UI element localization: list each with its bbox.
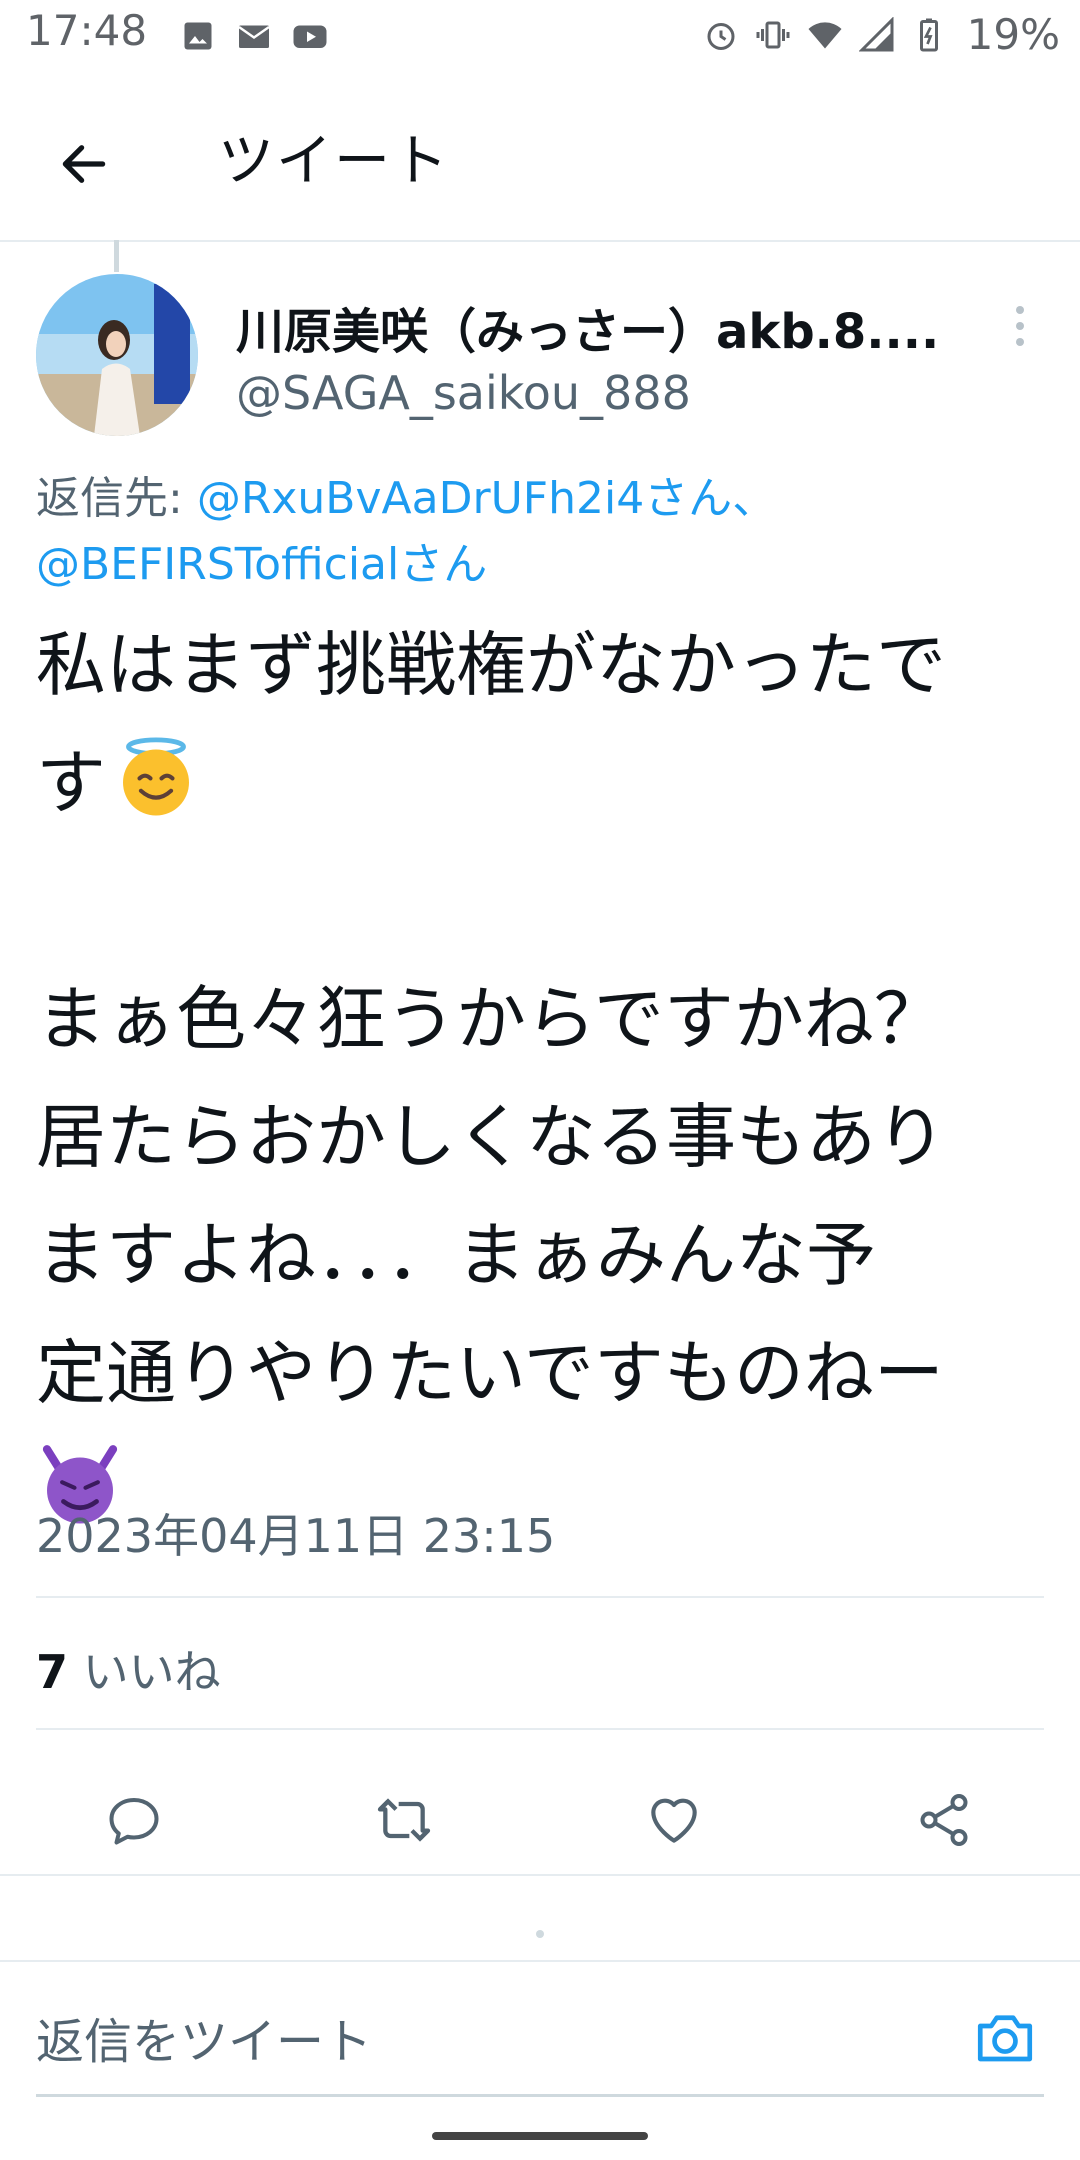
page-title: ツイート bbox=[218, 129, 450, 194]
back-button[interactable] bbox=[48, 128, 120, 200]
signal-icon bbox=[858, 16, 894, 51]
tweet-text-segment: す bbox=[36, 742, 106, 824]
image-icon bbox=[184, 22, 212, 50]
divider bbox=[36, 1728, 1044, 1730]
divider bbox=[0, 1874, 1080, 1876]
notification-icons bbox=[180, 18, 328, 54]
share-icon bbox=[920, 1794, 968, 1846]
display-name[interactable]: 川原美咲（みっさー）akb.8.... bbox=[236, 292, 956, 362]
retweet-button[interactable] bbox=[368, 1784, 440, 1856]
gesture-navigation-bar[interactable] bbox=[432, 2132, 648, 2140]
reply-button[interactable] bbox=[98, 1784, 170, 1856]
likes-number: 7 bbox=[36, 1645, 69, 1699]
arrow-left-icon bbox=[62, 145, 106, 183]
tweet-text-line: 定通りやりたいですものねー bbox=[36, 1332, 944, 1414]
wifi-icon bbox=[808, 21, 842, 48]
top-app-bar: ツイート bbox=[0, 80, 1080, 242]
reply-to: 返信先: @RxuBvAaDrUFh2i4さん、 @BEFIRSTofficial… bbox=[36, 466, 1046, 598]
likes-count[interactable]: 7 いいね bbox=[36, 1636, 221, 1702]
reply-input[interactable]: 返信をツイート bbox=[36, 2002, 372, 2072]
status-time: 17:48 bbox=[26, 6, 148, 55]
battery-percent: 19% bbox=[966, 10, 1060, 59]
avatar-image bbox=[36, 274, 198, 436]
tweet-text: 私はまず挑戦権がなかったで す まぁ色々狂うからですかね？ 居たらおかしくなる事… bbox=[36, 606, 1046, 1550]
more-options-button[interactable] bbox=[1000, 296, 1040, 356]
tweet-text-line: す bbox=[36, 724, 1046, 842]
tweet-text-line: 居たらおかしくなる事もあり bbox=[36, 1096, 946, 1178]
mention-link[interactable]: @BEFIRSTofficialさん bbox=[36, 539, 487, 590]
mention-link[interactable]: @RxuBvAaDrUFh2i4さん bbox=[197, 473, 732, 524]
camera-button[interactable] bbox=[970, 2002, 1040, 2072]
youtube-icon bbox=[293, 25, 327, 48]
share-button[interactable] bbox=[908, 1784, 980, 1856]
heart-icon bbox=[651, 1798, 697, 1843]
tweet-text-line: ますよね．．．まぁみんな予 bbox=[36, 1214, 876, 1296]
more-dot-icon bbox=[1016, 306, 1024, 314]
like-button[interactable] bbox=[638, 1784, 710, 1856]
user-handle[interactable]: @SAGA_saikou_888 bbox=[236, 366, 691, 420]
smiling-face-with-halo-icon bbox=[123, 737, 189, 816]
tweet-timestamp[interactable]: 2023年04月11日 23:15 bbox=[36, 1500, 555, 1566]
retweet-icon bbox=[377, 1798, 431, 1842]
vibrate-icon bbox=[756, 21, 790, 48]
mention-separator: 、 bbox=[732, 473, 777, 524]
reply-composer: 返信をツイート bbox=[0, 1962, 1080, 2092]
status-bar: 17:48 19% bbox=[0, 0, 1080, 72]
camera-icon bbox=[977, 2015, 1033, 2062]
thread-connector-line bbox=[114, 240, 119, 272]
alarm-icon bbox=[707, 22, 735, 50]
scroll-indicator bbox=[536, 1930, 544, 1938]
tweet-actions bbox=[0, 1760, 1080, 1880]
system-icons: 19% bbox=[703, 10, 1060, 59]
more-dot-icon bbox=[1016, 338, 1024, 346]
reply-to-prefix: 返信先: bbox=[36, 473, 197, 524]
tweet-text-line: 私はまず挑戦権がなかったで bbox=[36, 624, 946, 706]
divider bbox=[36, 1596, 1044, 1598]
reply-icon bbox=[109, 1798, 159, 1845]
reply-input-underline bbox=[36, 2094, 1044, 2097]
battery-icon bbox=[919, 18, 938, 51]
mail-icon bbox=[238, 25, 270, 48]
likes-label: いいね bbox=[68, 1645, 221, 1699]
avatar[interactable] bbox=[36, 274, 198, 436]
tweet-text-line: まぁ色々狂うからですかね？ bbox=[36, 978, 944, 1060]
more-dot-icon bbox=[1016, 322, 1024, 330]
